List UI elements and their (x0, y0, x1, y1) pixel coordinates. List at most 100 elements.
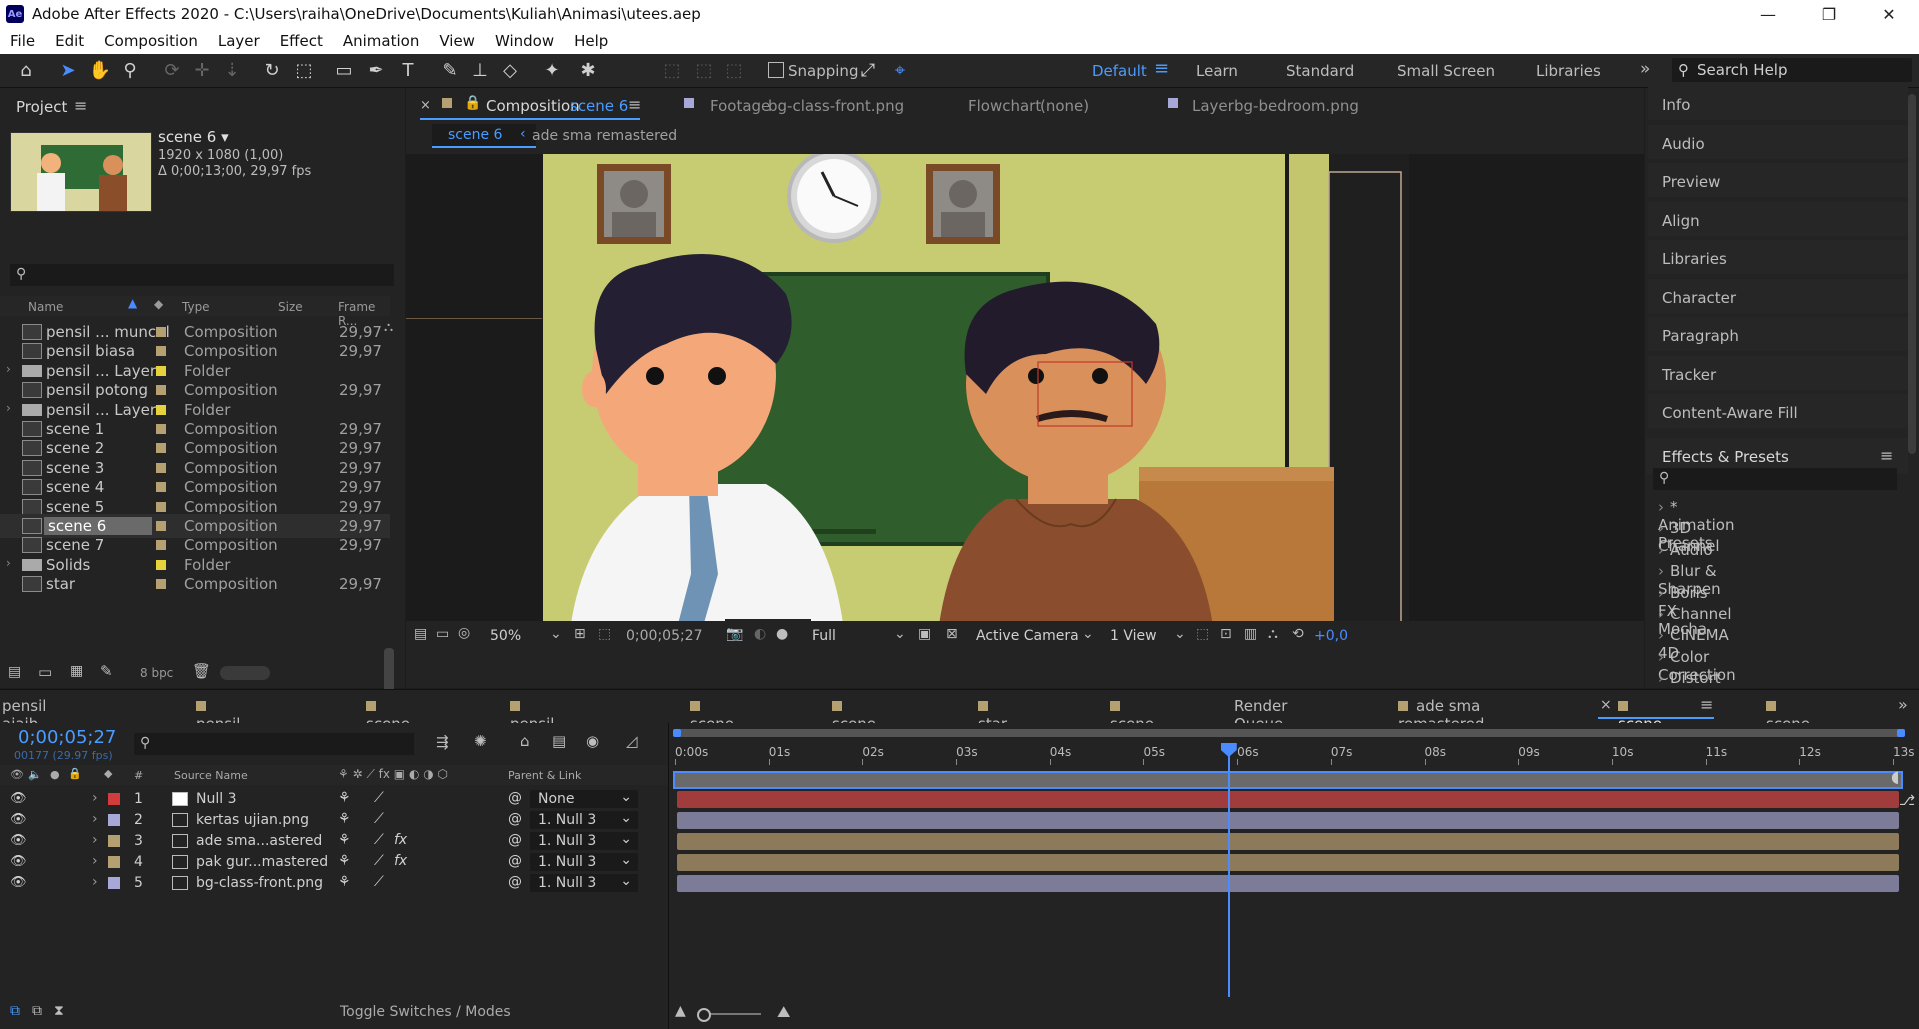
menu-help[interactable]: Help (564, 32, 618, 50)
panel-tracker[interactable]: Tracker (1662, 366, 1902, 384)
shy-switch-icon[interactable]: ⚘ (338, 853, 351, 869)
pen-tool-icon[interactable]: ✒ (364, 58, 388, 82)
camera-select[interactable]: Active Camera (976, 628, 1079, 644)
panel-paragraph[interactable]: Paragraph (1662, 327, 1902, 345)
zoom-in-mountain-icon[interactable]: ⛰ (777, 1002, 790, 1022)
layer-row[interactable]: 👁 › 3 ade sma...astered ⚘ ⟋ fx @1. Null 3 ⌄ (0, 831, 670, 852)
eye-icon[interactable]: 👁 (10, 854, 27, 869)
reset-exposure-icon[interactable]: ⟲ (1292, 626, 1304, 642)
label-swatch[interactable] (156, 404, 166, 415)
source-name-header[interactable]: Source Name (174, 769, 248, 782)
workspace-standard[interactable]: Standard (1286, 62, 1354, 80)
new-composition-icon[interactable]: ▦ (70, 663, 83, 679)
color-channels-icon[interactable]: ● (776, 626, 788, 642)
label-swatch[interactable] (156, 482, 166, 493)
parent-select[interactable]: 1. Null 3 ⌄ (530, 852, 638, 871)
layer-duration-bar[interactable] (677, 854, 1899, 871)
panel-preview[interactable]: Preview (1662, 173, 1902, 191)
layer-source-name[interactable]: bg-class-front.png (196, 875, 323, 891)
panel-character[interactable]: Character (1662, 289, 1902, 307)
lock-icon[interactable]: 🔒 (464, 95, 481, 111)
label-swatch[interactable] (156, 424, 166, 434)
effects-category[interactable]: › Channel (1658, 605, 1732, 623)
axis-local-icon[interactable]: ⬚ (660, 58, 684, 82)
exposure-value[interactable]: +0,0 (1314, 628, 1348, 644)
timeline-zoom-slider[interactable] (697, 1008, 761, 1022)
pick-whip-icon[interactable]: @ (508, 874, 522, 890)
work-area-bar[interactable] (673, 771, 1903, 789)
tab-footage-prefix[interactable]: Footage (710, 97, 770, 115)
transparency-grid-icon[interactable]: ⊠ (946, 626, 958, 642)
layer-duration-bar[interactable] (677, 812, 1899, 829)
layer-row[interactable]: 👁 › 1 Null 3 ⚘ ⟋ @ None ⌄ (0, 789, 670, 810)
close-button[interactable]: ✕ (1866, 0, 1912, 28)
label-swatch[interactable] (156, 443, 166, 454)
menu-composition[interactable]: Composition (94, 32, 208, 50)
composition-mini-flowchart-icon[interactable]: ⇶ (436, 733, 449, 751)
panel-align[interactable]: Align (1662, 212, 1902, 230)
breadcrumb-scene-6[interactable]: scene 6 (448, 127, 502, 143)
snapshot-camera-icon[interactable]: 📷 (726, 626, 743, 642)
label-swatch[interactable] (156, 346, 166, 357)
layer-source-name[interactable]: ade sma...astered (196, 833, 322, 849)
anchor-point-tool-icon[interactable]: ⬚ (292, 58, 316, 82)
interpret-footage-icon[interactable]: ▤ (8, 664, 21, 680)
menu-view[interactable]: View (429, 32, 485, 50)
zoom-tool-icon[interactable]: ⚲ (118, 58, 142, 82)
tab-composition-name[interactable]: scene 6 (570, 97, 628, 115)
lock-column-icon[interactable]: 🔒 (68, 767, 82, 780)
monitor-icon[interactable]: ▭ (436, 626, 449, 642)
maximize-button[interactable]: ❐ (1806, 0, 1852, 28)
adjust-settings-icon[interactable]: ✎ (100, 662, 113, 680)
side-panel-scrollbar[interactable] (1907, 88, 1917, 468)
sort-ascending-icon[interactable]: ▲ (128, 296, 137, 310)
search-help-field[interactable]: ⚲ Search Help (1672, 58, 1912, 82)
tab-menu-icon[interactable]: ≡ (628, 95, 641, 114)
label-swatch[interactable] (156, 559, 166, 570)
project-item[interactable]: star Composition 29,97 (0, 572, 390, 596)
label-column-icon[interactable]: ◆ (104, 767, 112, 780)
column-type[interactable]: Type (182, 300, 210, 314)
label-swatch[interactable] (156, 462, 166, 473)
layer-label-swatch[interactable] (108, 793, 120, 805)
toggle-switches-modes[interactable]: Toggle Switches / Modes (340, 1004, 511, 1020)
show-snapshot-icon[interactable]: ◐ (754, 626, 766, 642)
expand-chevron-icon[interactable]: › (6, 362, 11, 376)
label-tag-icon[interactable]: ◆ (154, 297, 163, 311)
label-swatch[interactable] (156, 540, 166, 551)
panel-audio[interactable]: Audio (1662, 135, 1902, 153)
tab-composition-prefix[interactable]: Composition (486, 97, 580, 115)
workspace-overflow-icon[interactable]: » (1640, 59, 1650, 79)
quality-switch-icon[interactable]: ⟋ (374, 811, 384, 827)
motion-blur-icon[interactable]: ◉ (586, 732, 599, 750)
quality-switch-icon[interactable]: ⟋ (374, 790, 384, 806)
fit-icon[interactable]: ⊞ (574, 626, 586, 642)
expand-in-out-icon[interactable]: ⧗ (54, 1003, 64, 1019)
expand-chevron-icon[interactable]: › (92, 790, 98, 806)
solo-icon[interactable]: ● (50, 768, 60, 781)
expand-layer-switches-icon[interactable]: ⧉ (10, 1003, 20, 1019)
hand-tool-icon[interactable]: ✋ (88, 58, 112, 82)
home-icon[interactable]: ⌂ (14, 58, 38, 82)
workspace-menu-icon[interactable]: ≡ (1154, 58, 1169, 79)
label-swatch[interactable] (156, 501, 166, 512)
expand-chevron-icon[interactable]: › (92, 874, 98, 890)
expand-chevron-icon[interactable]: › (6, 401, 11, 415)
selection-tool-icon[interactable]: ➤ (56, 58, 80, 82)
tab-footage-name[interactable]: bg-class-front.png (768, 97, 904, 115)
delete-icon[interactable]: 🗑 (192, 662, 211, 680)
tab-overflow-icon[interactable]: » (1898, 695, 1908, 714)
parent-select[interactable]: 1. Null 3 ⌄ (530, 873, 638, 892)
label-swatch[interactable] (156, 385, 166, 396)
layer-row[interactable]: 👁 › 5 bg-class-front.png ⚘ ⟋ @1. Null 3 ⌄ (0, 873, 670, 894)
menu-animation[interactable]: Animation (333, 32, 429, 50)
project-panel-menu-icon[interactable]: ≡ (74, 96, 87, 115)
eye-icon[interactable]: 👁 (10, 833, 27, 848)
column-name[interactable]: Name (28, 300, 63, 314)
thumbnail-size-slider[interactable] (220, 666, 270, 680)
tab-flowchart-prefix[interactable]: Flowchart (968, 97, 1041, 115)
minimize-button[interactable]: — (1745, 0, 1791, 28)
layer-source-name[interactable]: kertas ujian.png (196, 812, 309, 828)
layer-duration-bar[interactable] (677, 833, 1899, 850)
eraser-tool-icon[interactable]: ◇ (498, 58, 522, 82)
